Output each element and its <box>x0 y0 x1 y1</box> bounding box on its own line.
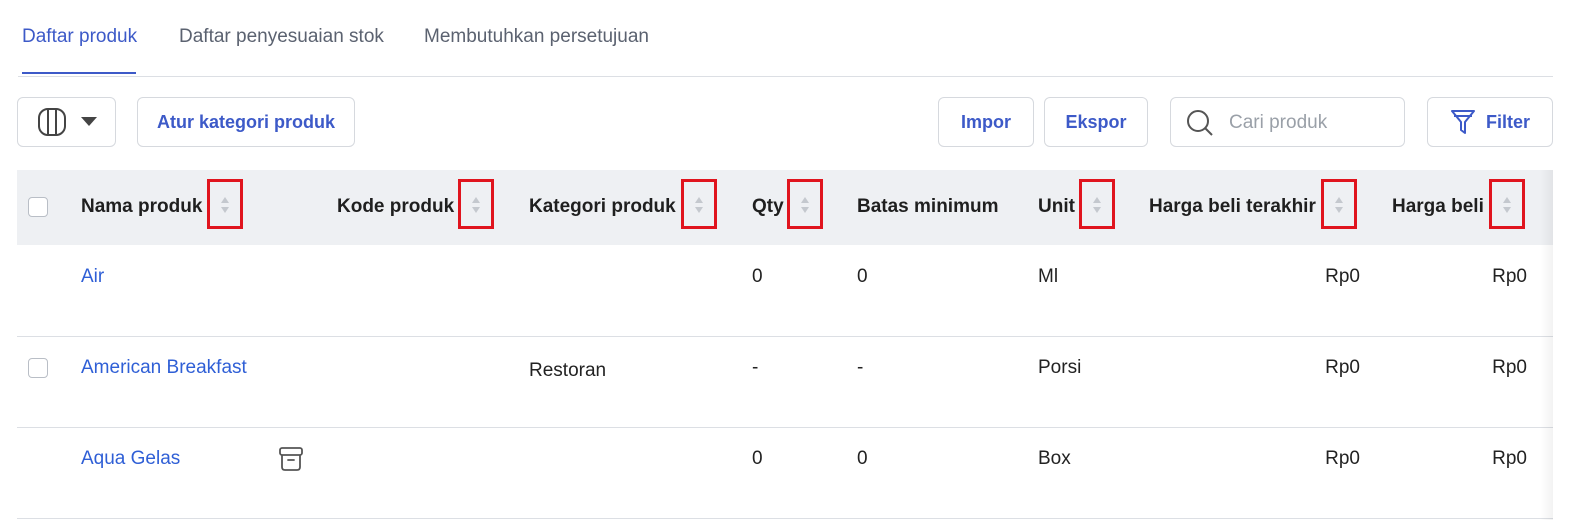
sort-button-nama-produk[interactable] <box>207 179 243 229</box>
table-row: Aqua Gelas 0 0 Box Rp0 Rp0 <box>17 427 1553 519</box>
product-unit: Ml <box>1038 266 1059 287</box>
column-header-harga-beli-terakhir[interactable]: Harga beli terakhir <box>1149 196 1316 218</box>
tab-daftar-penyesuaian-stok[interactable]: Daftar penyesuaian stok <box>179 26 384 48</box>
sort-button-kode-produk[interactable] <box>458 179 494 229</box>
sort-button-harga-beli[interactable] <box>1489 179 1525 229</box>
product-qty: - <box>752 357 759 378</box>
tab-membutuhkan-persetujuan[interactable]: Membutuhkan persetujuan <box>424 26 649 48</box>
product-min: 0 <box>857 266 868 287</box>
search-icon <box>1187 110 1213 136</box>
row-checkbox[interactable] <box>28 358 48 378</box>
tab-daftar-produk[interactable]: Daftar produk <box>22 26 137 48</box>
column-header-unit[interactable]: Unit <box>1038 196 1075 218</box>
filter-label: Filter <box>1485 111 1530 132</box>
product-name-link[interactable]: American Breakfast <box>81 357 247 379</box>
sort-button-kategori-produk[interactable] <box>681 179 717 229</box>
column-header-qty[interactable]: Qty <box>752 196 784 218</box>
product-qty: 0 <box>752 266 763 287</box>
column-header-kategori-produk[interactable]: Kategori produk <box>529 196 676 218</box>
sort-button-harga-beli-terakhir[interactable] <box>1321 179 1357 229</box>
product-min: 0 <box>857 448 868 469</box>
funnel-icon <box>1450 110 1475 134</box>
column-header-harga-beli[interactable]: Harga beli <box>1392 196 1484 218</box>
product-last-price: Rp0 <box>1325 266 1360 287</box>
table-row: Air 0 0 Ml Rp0 Rp0 <box>17 245 1553 337</box>
import-button[interactable]: Impor <box>938 97 1034 147</box>
sort-button-qty[interactable] <box>787 179 823 229</box>
product-price: Rp0 <box>1492 357 1527 378</box>
sort-icon <box>221 197 229 213</box>
product-unit: Box <box>1038 448 1071 469</box>
product-unit: Porsi <box>1038 357 1082 378</box>
export-button[interactable]: Ekspor <box>1044 97 1148 147</box>
product-price: Rp0 <box>1492 266 1527 287</box>
sort-icon <box>1503 197 1511 213</box>
sort-icon <box>801 197 809 213</box>
select-all-checkbox[interactable] <box>28 197 48 217</box>
caret-down-icon <box>80 117 97 126</box>
category-button[interactable]: Atur kategori produk <box>137 97 355 147</box>
table-row: American Breakfast Restoran - - Porsi Rp… <box>17 336 1553 428</box>
table-header: Nama produk Kode produk Kategori produk … <box>17 170 1553 245</box>
archive-icon[interactable] <box>278 446 304 472</box>
search-box <box>1170 97 1405 147</box>
product-last-price: Rp0 <box>1325 357 1360 378</box>
column-toggle-button[interactable] <box>17 97 116 147</box>
column-header-batas-minimum[interactable]: Batas minimum <box>857 196 998 218</box>
active-tab-indicator <box>22 72 136 74</box>
sort-icon <box>1335 197 1343 213</box>
filter-button[interactable]: Filter <box>1427 97 1553 147</box>
product-price: Rp0 <box>1492 448 1527 469</box>
product-name-link[interactable]: Air <box>81 266 104 288</box>
sort-icon <box>472 197 480 213</box>
sort-icon <box>1093 197 1101 213</box>
column-header-nama-produk[interactable]: Nama produk <box>81 196 202 218</box>
search-input[interactable] <box>1227 110 1401 136</box>
product-min: - <box>857 357 864 378</box>
columns-icon <box>37 108 66 136</box>
product-qty: 0 <box>752 448 763 469</box>
product-name-link[interactable]: Aqua Gelas <box>81 448 180 470</box>
sort-icon <box>695 197 703 213</box>
column-header-kode-produk[interactable]: Kode produk <box>337 196 454 218</box>
product-last-price: Rp0 <box>1325 448 1360 469</box>
scroll-shadow <box>1540 170 1553 520</box>
sort-button-unit[interactable] <box>1079 179 1115 229</box>
product-category: Restoran <box>529 360 607 381</box>
tab-bar: Daftar produk Daftar penyesuaian stok Me… <box>18 0 1553 77</box>
